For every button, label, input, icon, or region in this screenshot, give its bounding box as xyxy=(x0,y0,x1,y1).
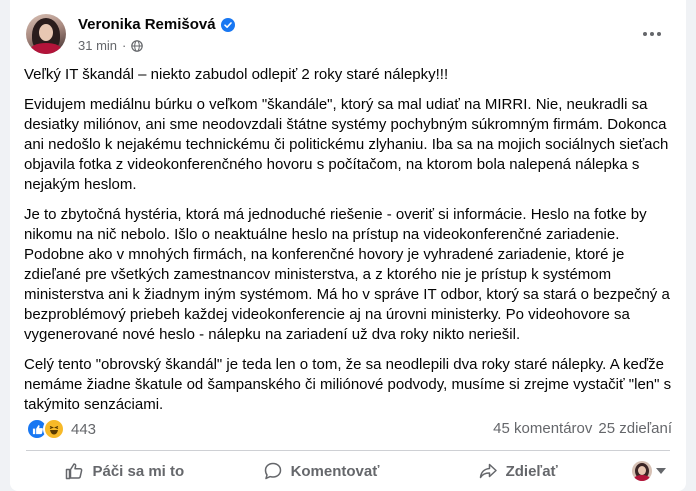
reaction-identity-switcher[interactable] xyxy=(616,461,670,481)
share-button[interactable]: Zdieľať xyxy=(419,454,616,488)
post-paragraph: Je to zbytočná hystéria, ktorá má jednod… xyxy=(24,206,670,343)
share-count[interactable]: 25 zdieľaní xyxy=(598,420,672,437)
like-button[interactable]: Páči sa mi to xyxy=(26,454,223,488)
action-bar: Páči sa mi to Komentovať Zdieľať xyxy=(26,454,670,488)
verified-badge-icon xyxy=(220,17,235,32)
comment-icon xyxy=(264,462,281,480)
reaction-summary[interactable]: 443 xyxy=(26,418,96,440)
comment-button-label: Komentovať xyxy=(290,462,380,480)
post-header: Veronika Remišová 31 min · xyxy=(26,12,672,58)
post-paragraph: Evidujem mediálnu búrku o veľkom "škandá… xyxy=(24,96,669,193)
author-name[interactable]: Veronika Remišová xyxy=(78,16,216,33)
post-paragraph: Celý tento "obrovský škandál" je teda le… xyxy=(24,356,672,413)
post-timestamp[interactable]: 31 min xyxy=(78,38,117,53)
engagement-stats: 45 komentárov 25 zdieľaní xyxy=(493,420,672,437)
thumbs-up-icon xyxy=(66,463,83,480)
post-meta: 31 min · xyxy=(78,38,144,53)
comment-count[interactable]: 45 komentárov xyxy=(493,420,592,437)
avatar xyxy=(632,461,653,481)
post-body: Veľký IT škandál – niekto zabudol odlepi… xyxy=(24,65,676,425)
like-button-label: Páči sa mi to xyxy=(92,462,185,480)
author-avatar[interactable] xyxy=(26,14,66,54)
more-options-icon[interactable] xyxy=(640,22,664,46)
post-card: Veronika Remišová 31 min · Veľký IT škan… xyxy=(10,0,686,491)
reaction-count[interactable]: 443 xyxy=(71,421,96,438)
share-button-label: Zdieľať xyxy=(505,462,558,480)
comment-button[interactable]: Komentovať xyxy=(223,454,420,488)
author-name-row: Veronika Remišová xyxy=(78,16,235,33)
meta-separator: · xyxy=(122,38,127,53)
post-title: Veľký IT škandál – niekto zabudol odlepi… xyxy=(24,66,449,83)
globe-icon xyxy=(131,39,144,52)
chevron-down-icon xyxy=(656,468,667,474)
haha-reaction-icon xyxy=(43,418,65,440)
divider xyxy=(26,450,670,451)
share-icon xyxy=(479,463,497,479)
